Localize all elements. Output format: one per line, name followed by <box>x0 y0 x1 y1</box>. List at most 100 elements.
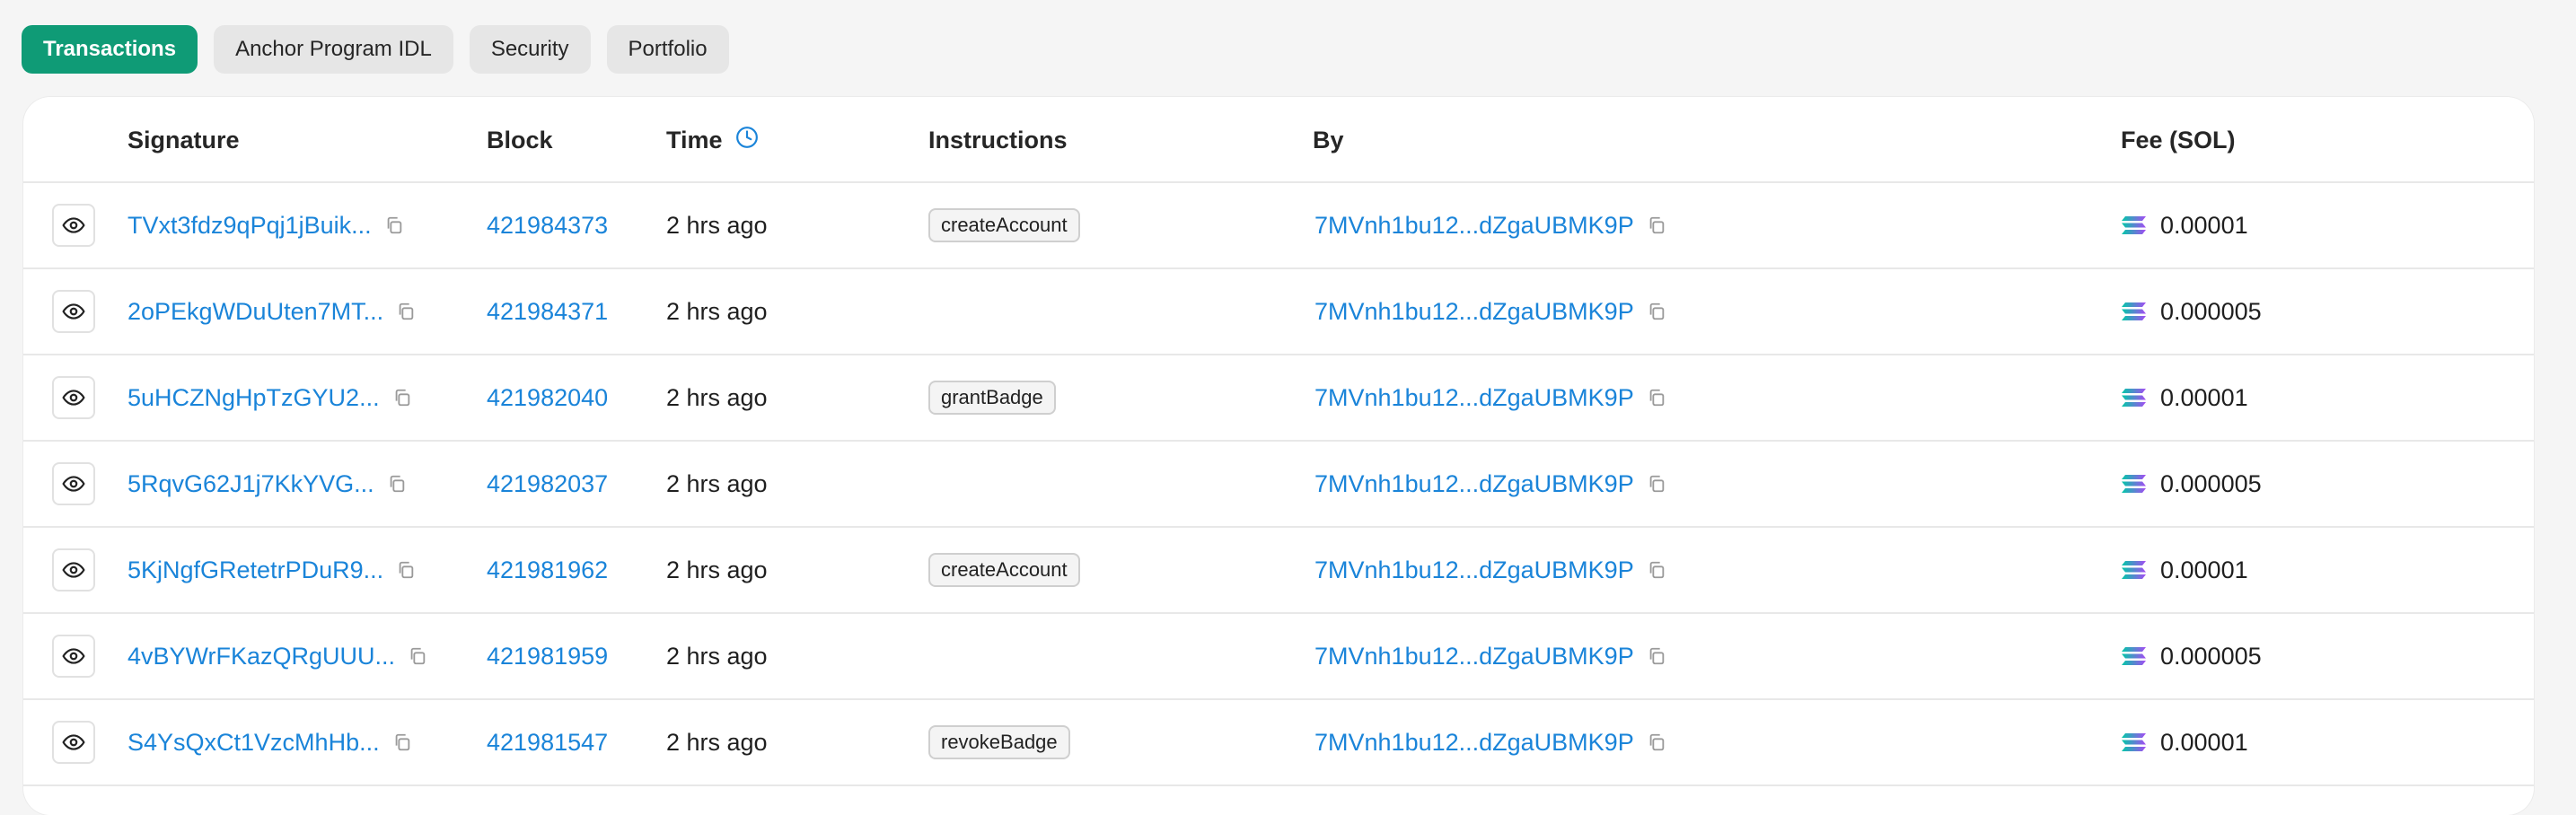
by-cell: 7MVnh1bu12...dZgaUBMK9P <box>1314 183 1666 267</box>
block-link[interactable]: 421981959 <box>487 643 608 670</box>
by-address-link[interactable]: 7MVnh1bu12...dZgaUBMK9P <box>1314 384 1634 412</box>
by-address-link[interactable]: 7MVnh1bu12...dZgaUBMK9P <box>1314 212 1634 240</box>
signature-cell: 5KjNgfGRetetrPDuR9... <box>127 528 416 612</box>
time-cell: 2 hrs ago <box>666 700 768 784</box>
copy-icon[interactable] <box>392 388 412 408</box>
copy-icon[interactable] <box>392 732 412 752</box>
instruction-badge: grantBadge <box>928 381 1056 415</box>
block-link[interactable]: 421984371 <box>487 298 608 326</box>
block-link[interactable]: 421984373 <box>487 212 608 240</box>
view-transaction-button[interactable] <box>52 376 95 419</box>
view-transaction-button[interactable] <box>52 635 95 678</box>
block-cell: 421984373 <box>487 183 608 267</box>
block-cell: 421981959 <box>487 614 608 698</box>
eye-icon <box>62 731 85 754</box>
signature-cell: S4YsQxCt1VzcMhHb... <box>127 700 412 784</box>
by-address-link[interactable]: 7MVnh1bu12...dZgaUBMK9P <box>1314 470 1634 498</box>
copy-icon[interactable] <box>396 560 416 580</box>
tab-security[interactable]: Security <box>469 25 591 74</box>
copy-icon[interactable] <box>1647 215 1666 235</box>
solana-icon <box>2121 215 2148 236</box>
eye-icon <box>62 472 85 495</box>
time-value: 2 hrs ago <box>666 211 768 239</box>
time-value: 2 hrs ago <box>666 728 768 756</box>
block-cell: 421981962 <box>487 528 608 612</box>
view-transaction-button[interactable] <box>52 290 95 333</box>
solana-icon <box>2121 387 2148 408</box>
column-header-fee: Fee (SOL) <box>2121 126 2236 153</box>
view-transaction-button[interactable] <box>52 204 95 247</box>
column-header-signature: Signature <box>127 126 240 153</box>
table-row: 4vBYWrFKazQRgUUU... 421981959 2 hrs ago … <box>23 614 2534 700</box>
copy-icon[interactable] <box>1647 732 1666 752</box>
column-header-block: Block <box>487 126 553 153</box>
by-cell: 7MVnh1bu12...dZgaUBMK9P <box>1314 700 1666 784</box>
block-cell: 421984371 <box>487 269 608 354</box>
view-transaction-button[interactable] <box>52 462 95 505</box>
by-address-link[interactable]: 7MVnh1bu12...dZgaUBMK9P <box>1314 643 1634 670</box>
tab-transactions[interactable]: Transactions <box>22 25 198 74</box>
table-row: S4YsQxCt1VzcMhHb... 421981547 2 hrs ago … <box>23 700 2534 786</box>
fee-value: 0.00001 <box>2160 211 2248 239</box>
by-cell: 7MVnh1bu12...dZgaUBMK9P <box>1314 442 1666 526</box>
by-cell: 7MVnh1bu12...dZgaUBMK9P <box>1314 528 1666 612</box>
block-link[interactable]: 421982040 <box>487 384 608 412</box>
by-address-link[interactable]: 7MVnh1bu12...dZgaUBMK9P <box>1314 729 1634 757</box>
instructions-cell: grantBadge <box>928 355 1056 440</box>
time-cell: 2 hrs ago <box>666 614 768 698</box>
copy-icon[interactable] <box>387 474 407 494</box>
solana-icon <box>2121 473 2148 495</box>
block-link[interactable]: 421981547 <box>487 729 608 757</box>
transactions-table: Signature Block Time Instructions By Fee… <box>23 97 2534 815</box>
view-transaction-button[interactable] <box>52 548 95 592</box>
copy-icon[interactable] <box>1647 302 1666 321</box>
time-value: 2 hrs ago <box>666 642 768 670</box>
view-transaction-button[interactable] <box>52 721 95 764</box>
instructions-cell: revokeBadge <box>928 700 1070 784</box>
copy-icon[interactable] <box>1647 560 1666 580</box>
clock-icon[interactable] <box>735 126 759 155</box>
by-cell: 7MVnh1bu12...dZgaUBMK9P <box>1314 269 1666 354</box>
copy-icon[interactable] <box>408 646 427 666</box>
signature-link[interactable]: 2oPEkgWDuUten7MT... <box>127 298 383 326</box>
instructions-cell: createAccount <box>928 528 1080 612</box>
copy-icon[interactable] <box>1647 388 1666 408</box>
block-cell: 421982037 <box>487 442 608 526</box>
time-value: 2 hrs ago <box>666 469 768 497</box>
instructions-cell: createAccount <box>928 183 1080 267</box>
table-row: TVxt3fdz9qPqj1jBuik... 421984373 2 hrs a… <box>23 183 2534 269</box>
column-header-time: Time <box>666 97 759 183</box>
tab-bar: Transactions Anchor Program IDL Security… <box>22 25 729 74</box>
column-header-by: By <box>1313 126 1344 153</box>
instruction-badge: createAccount <box>928 208 1080 242</box>
signature-link[interactable]: 5uHCZNgHpTzGYU2... <box>127 384 380 412</box>
tab-portfolio[interactable]: Portfolio <box>606 25 729 74</box>
eye-icon <box>62 558 85 582</box>
fee-cell: 0.00001 <box>2121 700 2248 784</box>
time-value: 2 hrs ago <box>666 297 768 325</box>
eye-icon <box>62 300 85 323</box>
by-address-link[interactable]: 7MVnh1bu12...dZgaUBMK9P <box>1314 298 1634 326</box>
block-cell: 421981547 <box>487 700 608 784</box>
signature-link[interactable]: 5KjNgfGRetetrPDuR9... <box>127 556 383 584</box>
copy-icon[interactable] <box>1647 474 1666 494</box>
block-link[interactable]: 421982037 <box>487 470 608 498</box>
tab-anchor-program-idl[interactable]: Anchor Program IDL <box>214 25 453 74</box>
solana-icon <box>2121 301 2148 322</box>
by-address-link[interactable]: 7MVnh1bu12...dZgaUBMK9P <box>1314 556 1634 584</box>
time-cell: 2 hrs ago <box>666 355 768 440</box>
copy-icon[interactable] <box>384 215 404 235</box>
fee-cell: 0.000005 <box>2121 442 2262 526</box>
fee-cell: 0.00001 <box>2121 183 2248 267</box>
block-link[interactable]: 421981962 <box>487 556 608 584</box>
signature-link[interactable]: 5RqvG62J1j7KkYVG... <box>127 470 374 498</box>
signature-link[interactable]: TVxt3fdz9qPqj1jBuik... <box>127 212 372 240</box>
copy-icon[interactable] <box>1647 646 1666 666</box>
time-value: 2 hrs ago <box>666 556 768 583</box>
table-row: 2oPEkgWDuUten7MT... 421984371 2 hrs ago … <box>23 269 2534 355</box>
signature-link[interactable]: 4vBYWrFKazQRgUUU... <box>127 643 395 670</box>
signature-link[interactable]: S4YsQxCt1VzcMhHb... <box>127 729 380 757</box>
eye-icon <box>62 386 85 409</box>
fee-value: 0.00001 <box>2160 728 2248 756</box>
copy-icon[interactable] <box>396 302 416 321</box>
